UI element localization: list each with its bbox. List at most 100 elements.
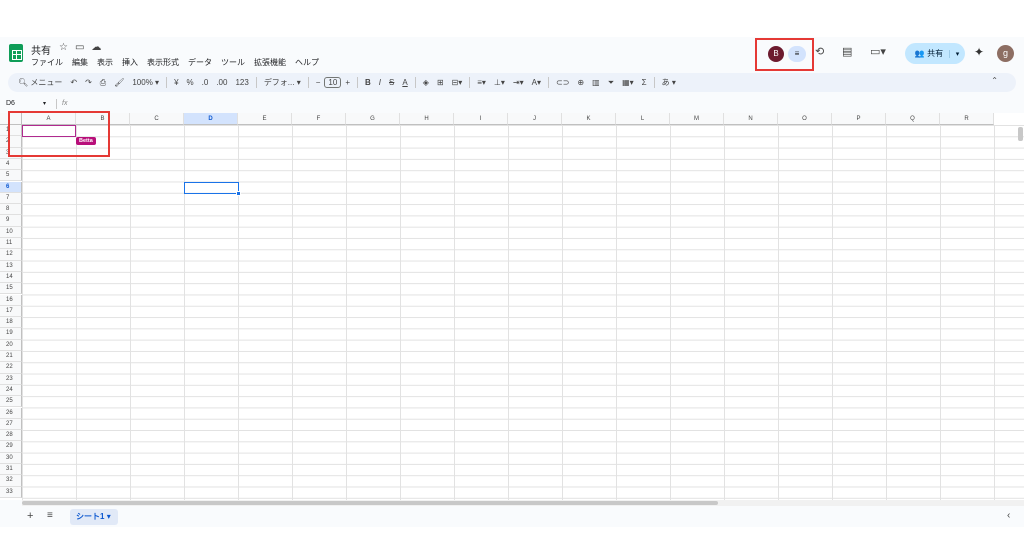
- cloud-icon[interactable]: ☁: [91, 42, 101, 53]
- currency-button[interactable]: ¥: [170, 78, 182, 87]
- column-header[interactable]: J: [508, 113, 562, 125]
- row-header[interactable]: 33: [0, 486, 22, 498]
- column-header[interactable]: P: [832, 113, 886, 125]
- row-header[interactable]: 31: [0, 464, 22, 476]
- column-header[interactable]: C: [130, 113, 184, 125]
- column-header[interactable]: L: [616, 113, 670, 125]
- menu-format[interactable]: 表示形式: [147, 57, 179, 68]
- row-header[interactable]: 19: [0, 328, 22, 340]
- italic-button[interactable]: I: [375, 78, 385, 87]
- vertical-align-icon[interactable]: ⊥▾: [490, 78, 509, 87]
- menu-insert[interactable]: 挿入: [122, 57, 138, 68]
- number-format-button[interactable]: 123: [231, 78, 252, 87]
- row-header[interactable]: 5: [0, 170, 22, 182]
- sheet-tab-active[interactable]: シート1 ▾: [70, 509, 118, 525]
- sheet-tab-dropdown-icon[interactable]: ▾: [107, 512, 111, 521]
- document-title[interactable]: 共有: [31, 42, 51, 57]
- row-header[interactable]: 7: [0, 192, 22, 205]
- menu-extensions[interactable]: 拡張機能: [254, 57, 286, 68]
- text-rotation-icon[interactable]: A▾: [528, 78, 545, 87]
- column-header[interactable]: Q: [886, 113, 940, 125]
- row-header[interactable]: 13: [0, 260, 22, 272]
- redo-icon[interactable]: ↷: [81, 78, 96, 87]
- font-size-increase-icon[interactable]: +: [341, 78, 354, 87]
- name-box[interactable]: D6: [6, 100, 15, 107]
- row-header[interactable]: 16: [0, 294, 22, 306]
- undo-icon[interactable]: ↶: [66, 78, 81, 87]
- menu-tools[interactable]: ツール: [221, 57, 245, 68]
- column-header[interactable]: M: [670, 113, 724, 125]
- search-menus-button[interactable]: 🔍︎ メニュー: [14, 77, 66, 88]
- horizontal-scrollbar[interactable]: [22, 500, 1024, 506]
- horizontal-scrollbar-thumb[interactable]: [22, 501, 718, 505]
- row-header[interactable]: 25: [0, 396, 22, 408]
- row-header[interactable]: 4: [0, 158, 22, 171]
- text-color-button[interactable]: A: [398, 78, 411, 87]
- row-header[interactable]: 18: [0, 317, 22, 329]
- input-tools-button[interactable]: あ ▾: [658, 77, 680, 88]
- share-dropdown-icon[interactable]: ▾: [949, 49, 965, 58]
- decrease-decimal-button[interactable]: .0: [198, 78, 213, 87]
- star-icon[interactable]: ☆: [59, 42, 68, 53]
- comment-icon[interactable]: ▤: [842, 45, 852, 58]
- row-header[interactable]: 27: [0, 418, 22, 431]
- strikethrough-button[interactable]: S: [385, 78, 398, 87]
- folder-icon[interactable]: ▭: [75, 42, 84, 53]
- vertical-scrollbar-thumb[interactable]: [1018, 127, 1023, 141]
- row-header[interactable]: 23: [0, 373, 22, 385]
- cell-gridlines[interactable]: [22, 125, 1024, 500]
- side-panel-collapse-icon[interactable]: ‹: [1007, 510, 1010, 521]
- menu-data[interactable]: データ: [188, 57, 212, 68]
- all-sheets-icon[interactable]: ≡: [47, 510, 53, 521]
- font-select[interactable]: デフォ... ▾: [260, 77, 305, 88]
- fill-color-icon[interactable]: ◈: [419, 78, 433, 87]
- functions-button[interactable]: Σ: [638, 78, 651, 87]
- row-header[interactable]: 10: [0, 226, 22, 238]
- row-header[interactable]: 26: [0, 407, 22, 419]
- horizontal-align-icon[interactable]: ≡▾: [473, 78, 490, 87]
- spreadsheet-grid[interactable]: Betta A B C D E F G H I J K L M N O P Q R 1 2 3 4 5 6 7 8 9 10 11 12 1…: [0, 113, 1024, 500]
- column-header[interactable]: I: [454, 113, 508, 125]
- bold-button[interactable]: B: [361, 78, 375, 87]
- increase-decimal-button[interactable]: .00: [212, 78, 231, 87]
- name-box-dropdown-icon[interactable]: ▾: [43, 100, 46, 107]
- column-header[interactable]: R: [940, 113, 994, 125]
- row-header[interactable]: 21: [0, 351, 22, 363]
- row-header[interactable]: 8: [0, 204, 22, 216]
- insert-comment-icon[interactable]: ⊕: [573, 78, 588, 87]
- history-icon[interactable]: ⟲: [815, 45, 824, 58]
- menu-edit[interactable]: 編集: [72, 57, 88, 68]
- row-header[interactable]: 29: [0, 441, 22, 453]
- row-header[interactable]: 6: [0, 181, 22, 193]
- filter-views-icon[interactable]: ▦▾: [618, 78, 638, 87]
- share-button[interactable]: 👥 共有 ▾: [905, 43, 965, 64]
- chat-icon[interactable]: ≡: [788, 46, 806, 62]
- row-header[interactable]: 9: [0, 215, 22, 227]
- column-header[interactable]: E: [238, 113, 292, 125]
- collaborator-avatar[interactable]: B: [768, 46, 784, 62]
- row-header[interactable]: 17: [0, 305, 22, 318]
- row-header[interactable]: 30: [0, 452, 22, 464]
- merge-cells-icon[interactable]: ⊟▾: [448, 78, 467, 87]
- column-header[interactable]: F: [292, 113, 346, 125]
- insert-link-icon[interactable]: ⊂⊃: [552, 78, 573, 87]
- print-icon[interactable]: ⎙: [96, 78, 110, 88]
- percent-button[interactable]: %: [183, 78, 198, 87]
- row-header[interactable]: 12: [0, 249, 22, 261]
- insert-chart-icon[interactable]: ▥: [588, 78, 604, 87]
- video-call-icon[interactable]: ▭▾: [870, 45, 886, 58]
- borders-icon[interactable]: ⊞: [433, 78, 448, 87]
- gemini-icon[interactable]: ✦: [974, 45, 984, 59]
- menu-file[interactable]: ファイル: [31, 57, 63, 68]
- row-header[interactable]: 14: [0, 271, 22, 284]
- font-size-input[interactable]: 10: [324, 77, 342, 88]
- column-header[interactable]: O: [778, 113, 832, 125]
- text-wrap-icon[interactable]: ⇥▾: [509, 78, 528, 87]
- row-header[interactable]: 22: [0, 362, 22, 374]
- row-header[interactable]: 15: [0, 283, 22, 295]
- paint-format-icon[interactable]: 🖌︎: [110, 78, 128, 87]
- row-header[interactable]: 11: [0, 238, 22, 250]
- row-header[interactable]: 32: [0, 475, 22, 487]
- menu-help[interactable]: ヘルプ: [295, 57, 319, 68]
- active-cell-d6[interactable]: [184, 181, 239, 194]
